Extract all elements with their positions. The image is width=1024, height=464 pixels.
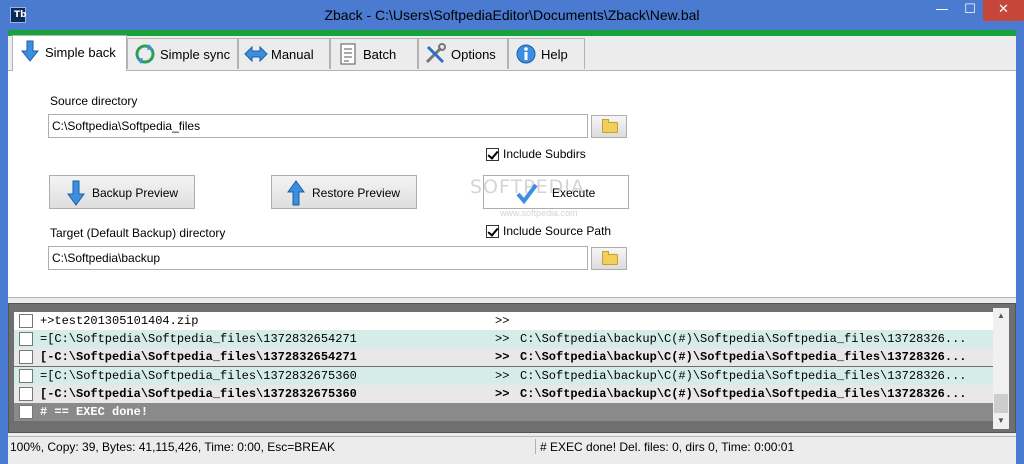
scroll-up-icon[interactable]: ▲: [993, 308, 1009, 324]
log-source: # == EXEC done!: [40, 405, 149, 419]
log-scrollbar[interactable]: ▲ ▼: [993, 308, 1009, 429]
log-source: =[C:\Softpedia\Softpedia_files\137283267…: [40, 369, 357, 383]
target-directory-label: Target (Default Backup) directory: [50, 226, 226, 240]
log-source: +>test201305101404.zip: [40, 314, 199, 328]
restore-preview-label: Restore Preview: [312, 186, 401, 200]
folder-icon: [602, 251, 618, 265]
tools-icon: [425, 43, 446, 64]
log-row[interactable]: =[C:\Softpedia\Softpedia_files\137283265…: [14, 330, 993, 348]
log-row[interactable]: # == EXEC done!: [14, 403, 993, 421]
scroll-down-icon[interactable]: ▼: [993, 413, 1009, 429]
execute-button[interactable]: Execute: [483, 175, 629, 209]
checkmark-arrow-icon: [516, 183, 538, 205]
checkbox-box: [486, 225, 499, 238]
log-row[interactable]: +>test201305101404.zip >>: [14, 312, 993, 330]
maximize-button[interactable]: ☐: [957, 0, 983, 21]
log-target: C:\Softpedia\backup\C(#)\Softpedia\Softp…: [520, 350, 967, 364]
scroll-thumb[interactable]: [994, 394, 1008, 413]
tab-label: Help: [541, 47, 568, 62]
log-target: C:\Softpedia\backup\C(#)\Softpedia\Softp…: [520, 332, 967, 346]
watermark-url: www.softpedia.com: [500, 208, 578, 218]
backup-preview-button[interactable]: Backup Preview: [49, 175, 195, 209]
status-divider: [535, 439, 536, 454]
tab-simple-back[interactable]: Simple back: [12, 35, 127, 71]
target-browse-button[interactable]: [591, 247, 627, 270]
restore-preview-button[interactable]: Restore Preview: [271, 175, 417, 209]
info-icon: [516, 44, 536, 64]
close-button[interactable]: ✕: [983, 0, 1024, 21]
log-arrow: >>: [495, 387, 510, 401]
log-source: [-C:\Softpedia\Softpedia_files\137283265…: [40, 350, 357, 364]
log-row[interactable]: [-C:\Softpedia\Softpedia_files\137283265…: [14, 348, 993, 366]
log-row-checkbox[interactable]: [19, 387, 33, 401]
status-progress: 100%, Copy: 39, Bytes: 41,115,426, Time:…: [10, 440, 335, 454]
target-directory-input[interactable]: C:\Softpedia\backup: [48, 246, 588, 270]
include-subdirs-label: Include Subdirs: [503, 147, 586, 161]
execute-label: Execute: [552, 186, 596, 200]
tab-help[interactable]: Help: [508, 38, 585, 69]
log-arrow: >>: [495, 350, 510, 364]
tab-options[interactable]: Options: [418, 38, 508, 69]
log-arrow: >>: [495, 369, 510, 383]
include-source-path-label: Include Source Path: [503, 224, 612, 238]
document-icon: [340, 43, 356, 65]
log-arrow: >>: [495, 332, 510, 346]
double-arrow-icon: [244, 45, 268, 63]
status-result: # EXEC done! Del. files: 0, dirs 0, Time…: [540, 440, 795, 454]
tab-label: Simple sync: [160, 47, 231, 62]
log-source: =[C:\Softpedia\Softpedia_files\137283265…: [40, 332, 357, 346]
status-bar: 100%, Copy: 39, Bytes: 41,115,426, Time:…: [8, 436, 1016, 456]
tab-manual[interactable]: Manual: [238, 38, 330, 69]
tab-label: Options: [451, 47, 496, 62]
sync-icon: [135, 44, 155, 64]
tab-label: Manual: [271, 47, 314, 62]
minimize-button[interactable]: —: [927, 0, 957, 21]
source-directory-label: Source directory: [50, 94, 138, 108]
tab-label: Batch: [363, 47, 397, 62]
source-browse-button[interactable]: [591, 115, 627, 138]
source-directory-input[interactable]: C:\Softpedia\Softpedia_files: [48, 114, 588, 138]
folder-icon: [602, 119, 618, 133]
log-target: C:\Softpedia\backup\C(#)\Softpedia\Softp…: [520, 369, 967, 383]
log-row-checkbox[interactable]: [19, 314, 33, 328]
log-source: [-C:\Softpedia\Softpedia_files\137283267…: [40, 387, 357, 401]
log-row-checkbox[interactable]: [19, 350, 33, 364]
tab-simple-sync[interactable]: Simple sync: [127, 38, 238, 69]
log-row[interactable]: =[C:\Softpedia\Softpedia_files\137283267…: [14, 367, 993, 385]
window-title: Zback - C:\Users\SoftpediaEditor\Documen…: [324, 7, 700, 23]
checkbox-box: [486, 148, 499, 161]
tab-label: Simple back: [45, 45, 116, 60]
log-row-checkbox[interactable]: [19, 369, 33, 383]
log-row-checkbox[interactable]: [19, 405, 33, 419]
log-target: C:\Softpedia\backup\C(#)\Softpedia\Softp…: [520, 387, 967, 401]
arrow-up-icon: [287, 180, 305, 206]
arrow-down-icon: [67, 180, 85, 206]
arrow-down-icon: [20, 40, 40, 62]
title-bar: Tb Zback - C:\Users\SoftpediaEditor\Docu…: [0, 0, 1024, 30]
tab-batch[interactable]: Batch: [330, 38, 418, 69]
log-row[interactable]: [-C:\Softpedia\Softpedia_files\137283267…: [14, 385, 993, 403]
log-arrow: >>: [495, 314, 510, 328]
backup-preview-label: Backup Preview: [92, 186, 179, 200]
log-row-checkbox[interactable]: [19, 332, 33, 346]
